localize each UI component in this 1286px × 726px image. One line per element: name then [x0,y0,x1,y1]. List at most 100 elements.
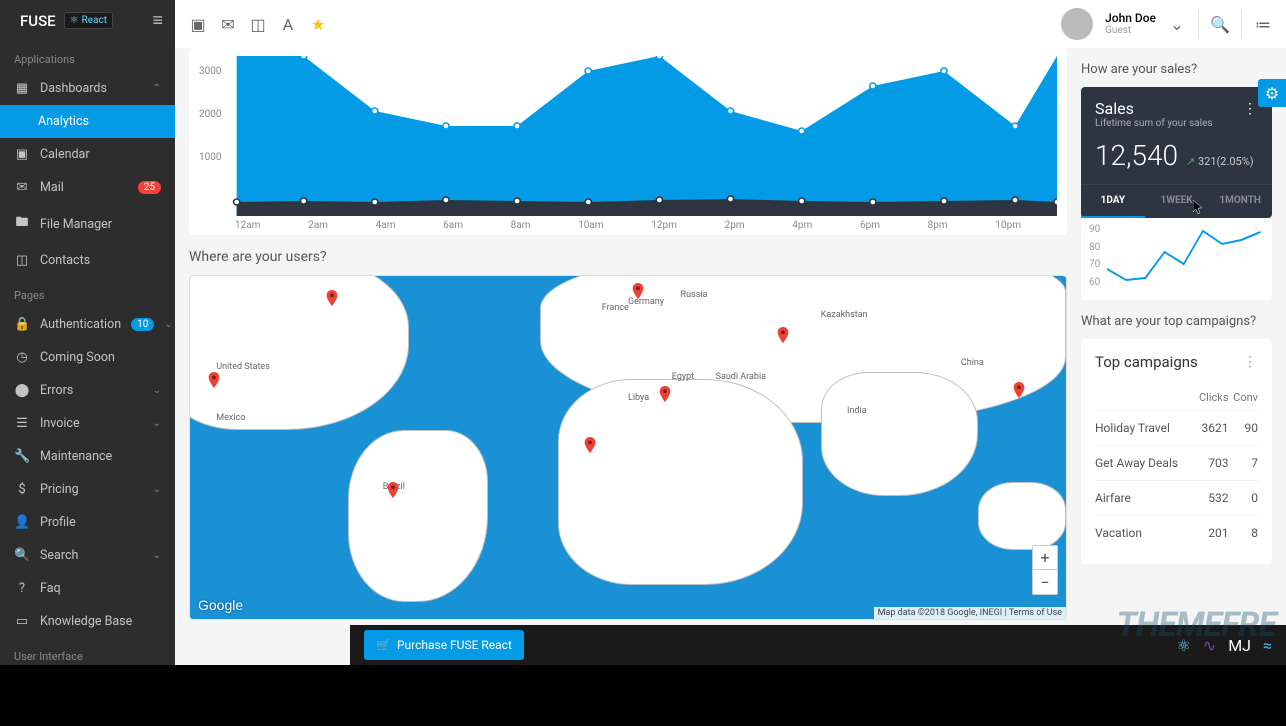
react-icon: ⚛ [1176,636,1190,655]
person-icon: 👤 [14,515,30,530]
map-attribution: Map data ©2018 Google, INEGI | Terms of … [874,607,1066,619]
sales-title: Sales [1095,99,1134,118]
star-icon[interactable]: ★ [309,15,327,33]
chevron-down-icon[interactable]: ⌄ [1168,15,1186,33]
chevron-down-icon: ⌄ [164,319,172,330]
campaigns-table: ClicksConv Holiday Travel362190 Get Away… [1095,385,1258,550]
chevron-down-icon: ⌄ [153,484,161,495]
user-menu[interactable]: John Doe Guest [1105,12,1156,36]
wrench-icon: 🔧 [14,449,30,464]
mail-icon: ✉ [14,180,30,195]
more-icon[interactable]: ⋮ [1243,354,1258,370]
nav-contacts[interactable]: ◫Contacts [0,244,175,277]
visits-chart: 1000 2000 3000 [189,48,1067,235]
chevron-down-icon: ⌄ [153,550,161,561]
table-row[interactable]: Airfare5320 [1095,481,1258,516]
calendar-icon: ▣ [14,147,30,162]
table-row[interactable]: Holiday Travel362190 [1095,411,1258,446]
tab-1month[interactable]: 1MONTH [1208,185,1272,218]
zoom-out-button[interactable]: − [1033,570,1057,594]
section-ui: User Interface [0,638,175,665]
nav-knowledge-base[interactable]: ▭Knowledge Base [0,605,175,638]
section-pages: Pages [0,277,175,308]
mail-icon[interactable]: ✉ [219,15,237,33]
mui-icon: MJ [1228,636,1251,655]
map-zoom: + − [1032,545,1058,595]
table-row[interactable]: Vacation2018 [1095,516,1258,551]
contact-icon[interactable]: ◫ [249,15,267,33]
user-name: John Doe [1105,12,1156,25]
section-applications: Applications [0,41,175,72]
sales-question: How are your sales? [1081,62,1272,77]
nav-search[interactable]: 🔍Search⌄ [0,539,175,572]
nav-invoice[interactable]: ☰Invoice⌄ [0,407,175,440]
trend-up-icon: ↗ [1186,155,1195,168]
nav-pricing[interactable]: $Pricing⌄ [0,473,175,506]
sales-sparkline: 90 80 70 60 [1081,218,1272,300]
nav-maintenance[interactable]: 🔧Maintenance [0,440,175,473]
chevron-up-icon: ⌃ [153,83,161,94]
tab-1week[interactable]: 1WEEK [1145,185,1209,218]
nav-dashboards[interactable]: ▦Dashboards⌃ [0,72,175,105]
users-question: Where are your users? [189,249,1067,265]
tailwind-icon: ≈ [1263,636,1272,655]
clock-icon: ◷ [14,350,30,365]
chevron-down-icon: ⌄ [153,418,161,429]
nav-errors[interactable]: ⬤Errors⌄ [0,374,175,407]
chevron-down-icon: ⌄ [153,385,161,396]
font-icon[interactable]: A [279,15,297,33]
list-icon[interactable]: ≔ [1254,15,1272,33]
search-icon[interactable]: 🔍 [1211,15,1229,33]
sales-card: ⚙ Sales ⋮ Lifetime sum of your sales 12,… [1081,87,1272,218]
book-icon: ▭ [14,614,30,629]
more-icon[interactable]: ⋮ [1243,101,1258,117]
mail-badge: 25 [138,181,161,194]
error-icon: ⬤ [14,383,30,398]
folder-icon: 🖿 [14,213,30,235]
user-role: Guest [1105,25,1156,36]
nav-faq[interactable]: ?Faq [0,572,175,605]
menu-icon[interactable]: ≡ [152,10,163,31]
sales-delta: ↗ 321(2.05%) [1186,155,1254,168]
sales-subtitle: Lifetime sum of your sales [1095,118,1258,129]
google-logo: Google [198,597,243,613]
campaigns-question: What are your top campaigns? [1081,314,1272,329]
help-icon: ? [14,581,30,596]
nav-analytics[interactable]: Analytics [0,105,175,138]
sidebar: FUSE ⚛ React ≡ Applications ▦Dashboards⌃… [0,0,175,665]
nav-calendar[interactable]: ▣Calendar [0,138,175,171]
dashboard-icon: ▦ [14,81,30,96]
sales-value: 12,540 [1095,139,1178,172]
avatar[interactable] [1061,8,1093,40]
dollar-icon: $ [14,482,30,497]
purchase-button[interactable]: 🛒Purchase FUSE React [364,630,524,660]
search-icon: 🔍 [14,548,30,563]
lock-icon: 🔒 [14,317,30,332]
gear-icon[interactable]: ⚙ [1258,79,1286,107]
tab-1day[interactable]: 1DAY [1081,185,1145,218]
cart-icon: 🛒 [376,638,391,652]
redux-icon: ∿ [1203,636,1216,655]
world-map[interactable]: United States Mexico Brazil France Germa… [189,275,1067,620]
contacts-icon: ◫ [14,253,30,268]
x-axis: 12am2am4am6am8am10am12pm2pm4pm6pm8pm10pm [199,216,1057,231]
react-badge: ⚛ React [64,12,113,29]
invoice-icon: ☰ [14,416,30,431]
nav-file-manager[interactable]: 🖿File Manager [0,204,175,244]
table-row[interactable]: Get Away Deals7037 [1095,446,1258,481]
nav-coming-soon[interactable]: ◷Coming Soon [0,341,175,374]
auth-badge: 10 [131,318,154,331]
y-tick: 1000 [199,152,221,163]
footer: 🛒Purchase FUSE React ⚛ ∿ MJ ≈ [350,625,1286,665]
today-icon[interactable]: ▣ [189,15,207,33]
y-tick: 2000 [199,109,221,120]
y-tick: 3000 [199,66,221,77]
nav-authentication[interactable]: 🔒Authentication10⌄ [0,308,175,341]
brand: FUSE [20,12,56,30]
nav-profile[interactable]: 👤Profile [0,506,175,539]
sidebar-header: FUSE ⚛ React ≡ [0,0,175,41]
campaigns-title: Top campaigns [1095,353,1198,371]
zoom-in-button[interactable]: + [1033,546,1057,570]
topbar: ▣ ✉ ◫ A ★ John Doe Guest ⌄ 🔍 ≔ [175,0,1286,48]
nav-mail[interactable]: ✉Mail25 [0,171,175,204]
